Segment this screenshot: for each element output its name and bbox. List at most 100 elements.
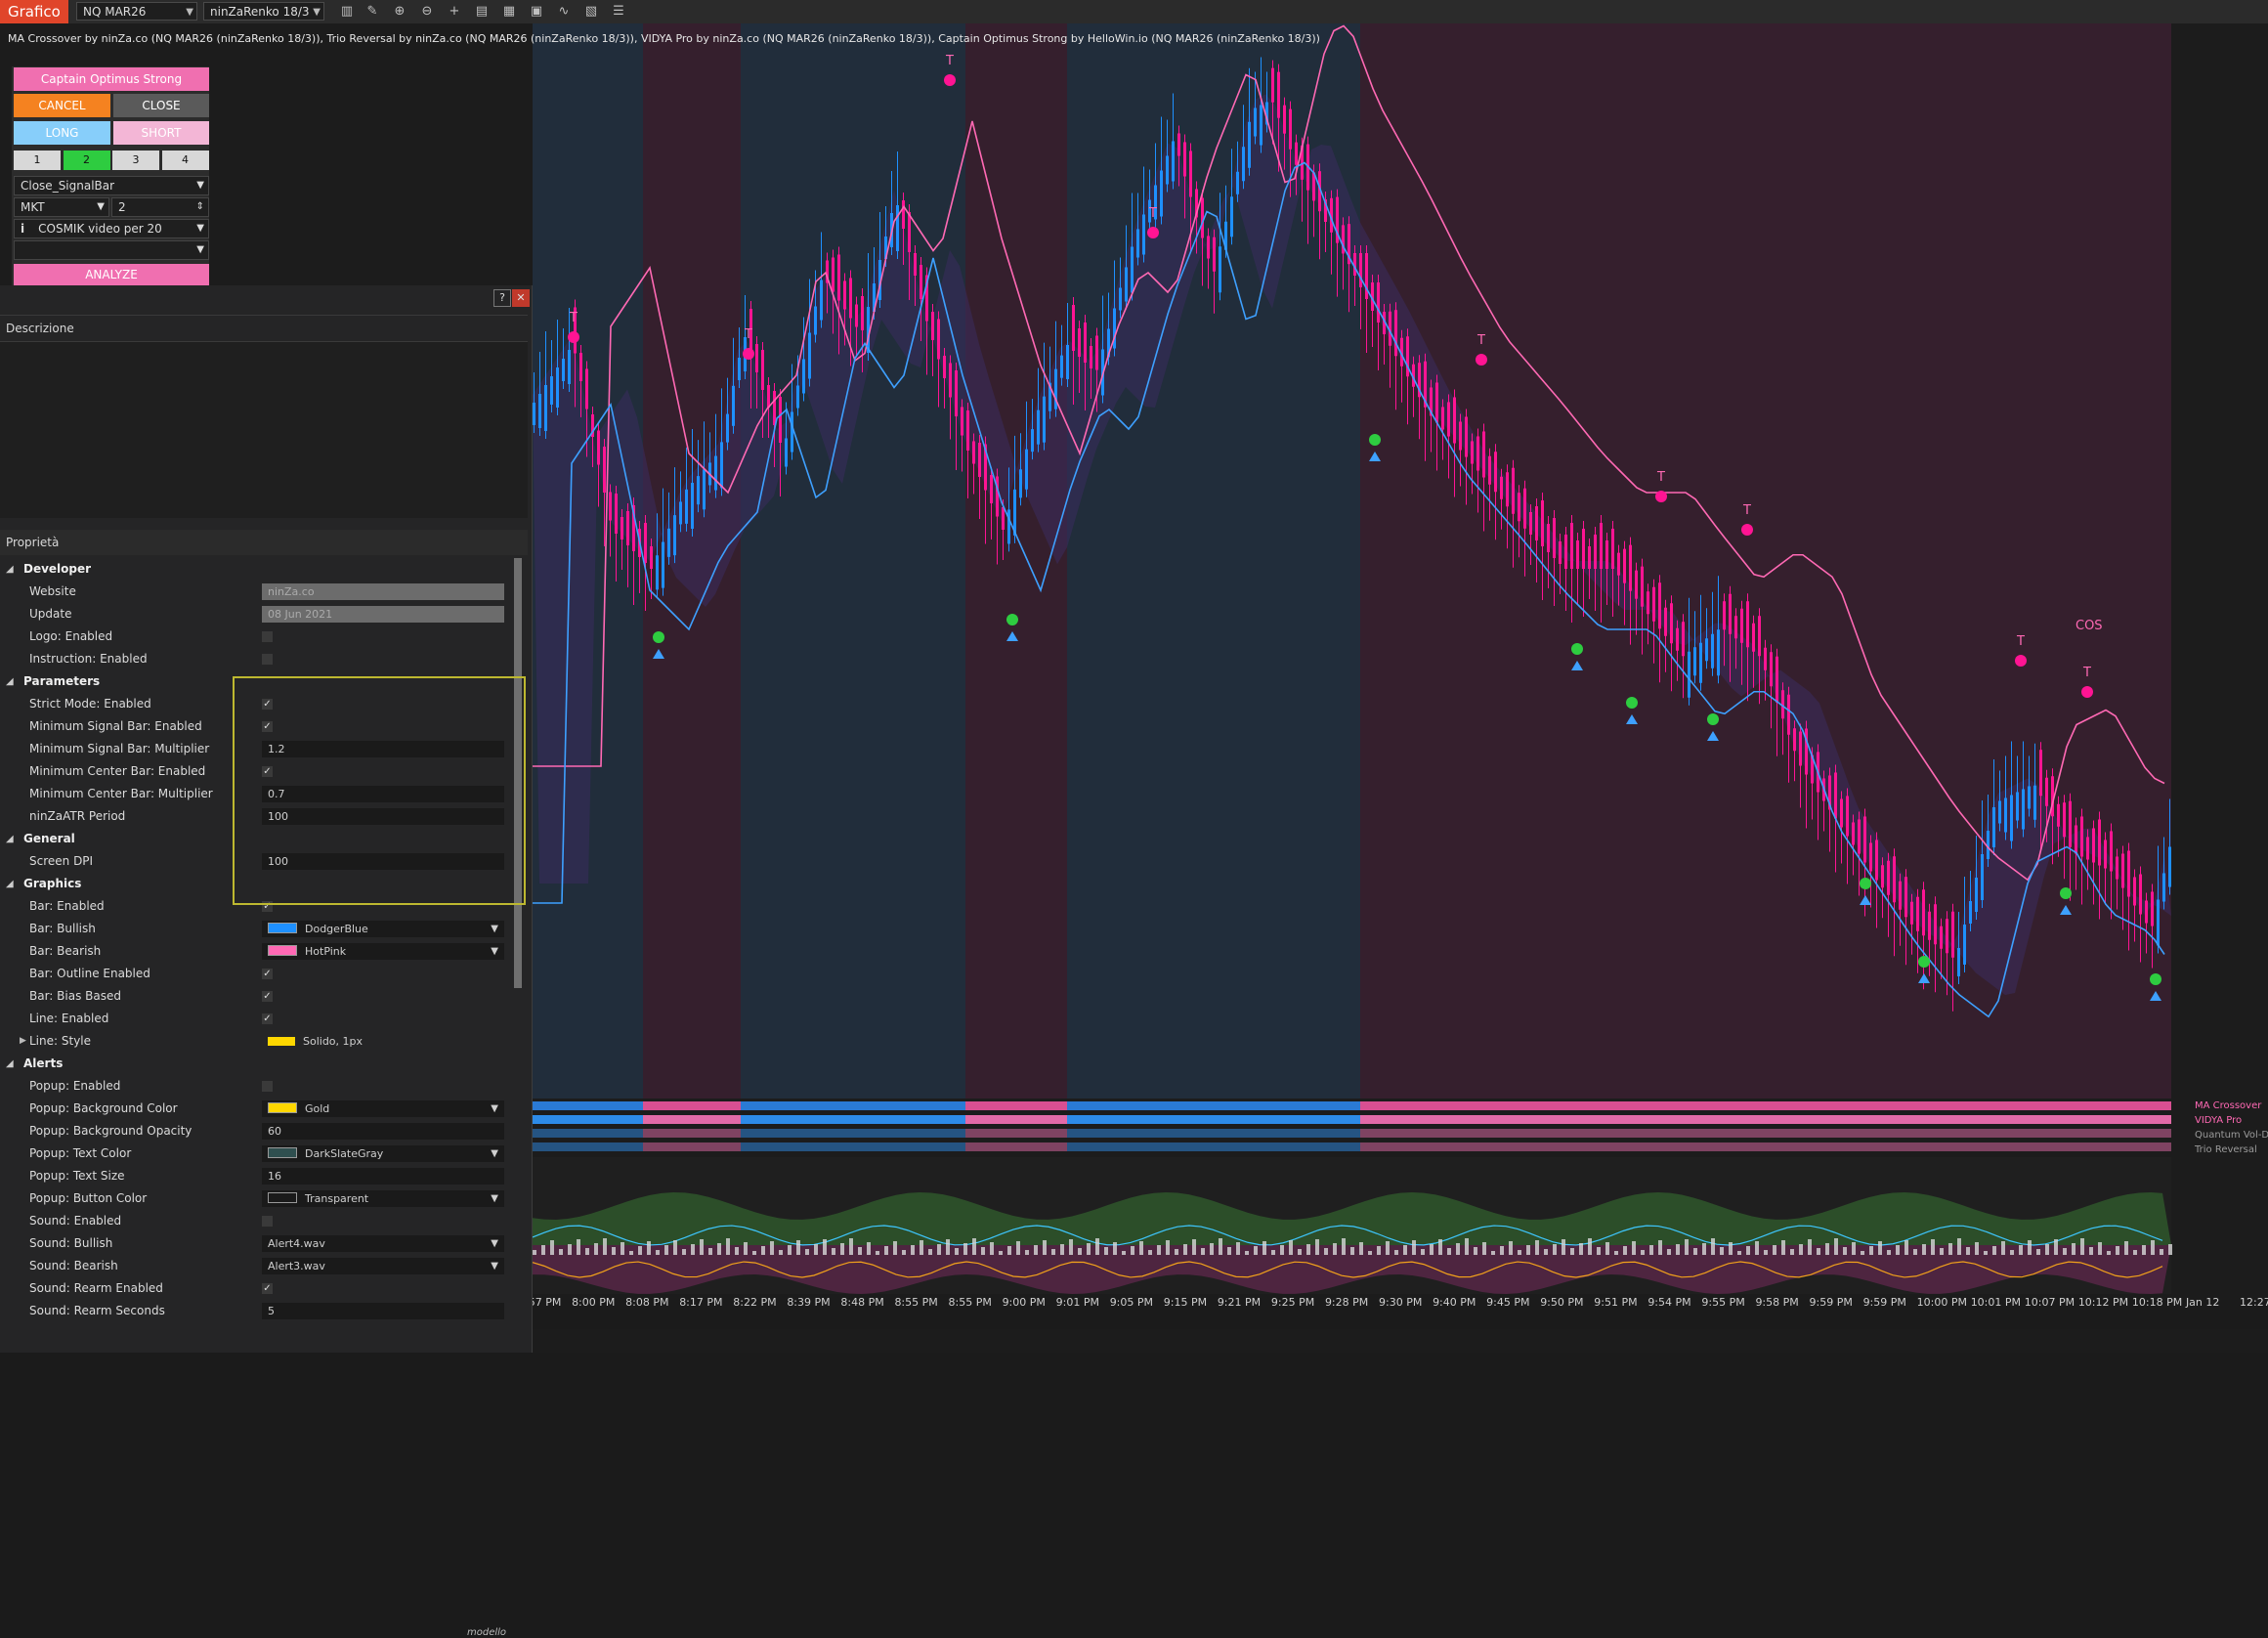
strategy-icon[interactable]: ▧	[582, 3, 600, 21]
help-button[interactable]: ?	[493, 289, 511, 307]
volume-bar	[849, 1238, 853, 1255]
volume-bar	[1641, 1250, 1645, 1255]
volume-bar	[1315, 1239, 1319, 1255]
signal-strip	[643, 1101, 741, 1110]
volume-bar	[1254, 1246, 1258, 1255]
volume-bar	[656, 1250, 660, 1255]
collapse-icon: ◢	[6, 1058, 14, 1069]
instrument-selector[interactable]: NQ MAR26 ▼	[76, 2, 197, 21]
volume-bar	[981, 1247, 985, 1255]
property-checkbox[interactable]: ✓	[262, 1283, 273, 1294]
signal-strip	[741, 1115, 965, 1124]
sell-label: T	[1742, 503, 1751, 518]
layout-icon[interactable]: ▦	[500, 3, 518, 21]
volume-bar	[1236, 1242, 1240, 1255]
bars-icon[interactable]: ▥	[338, 3, 356, 21]
crosshair-icon[interactable]: +	[446, 3, 463, 21]
volume-bar	[1438, 1239, 1442, 1255]
sell-dot	[1147, 227, 1159, 238]
property-value: ninZa.co	[262, 583, 504, 600]
property-label: Sound: Enabled	[29, 1214, 122, 1228]
color-picker[interactable]: DodgerBlue ▼	[262, 921, 504, 937]
property-checkbox[interactable]: ✓	[262, 969, 273, 979]
property-checkbox[interactable]: ✓	[262, 991, 273, 1002]
time-label: 9:01 PM	[1056, 1296, 1099, 1309]
analyze-button[interactable]: ANALYZE	[14, 264, 209, 285]
short-button[interactable]: SHORT	[113, 121, 209, 145]
volume-bar	[1509, 1241, 1513, 1255]
property-row: Sound: Bearish Alert3.wav ▼	[0, 1255, 513, 1277]
category-alerts[interactable]: ◢ Alerts	[0, 1053, 513, 1075]
close-mode-select[interactable]: Close_SignalBar ▼	[14, 176, 209, 195]
cancel-button[interactable]: CANCEL	[14, 94, 110, 117]
property-dropdown[interactable]: Alert3.wav ▼	[262, 1258, 504, 1274]
color-name: DarkSlateGray	[305, 1147, 384, 1160]
volume-bar	[937, 1244, 941, 1255]
extra-select[interactable]: ▼	[14, 240, 209, 260]
property-label: ninZaATR Period	[29, 809, 126, 823]
screenshot-icon[interactable]: ▣	[528, 3, 545, 21]
order-type-select[interactable]: MKT ▼	[14, 197, 109, 217]
line-swatch	[268, 1037, 295, 1046]
line-style-value[interactable]: Solido, 1px	[262, 1033, 504, 1050]
qty-button-2[interactable]: 2	[63, 151, 110, 170]
signal-strip	[1067, 1115, 1360, 1124]
volume-bar	[963, 1243, 967, 1255]
volume-bar	[1685, 1239, 1689, 1255]
close-button[interactable]: CLOSE	[113, 94, 209, 117]
expand-icon[interactable]: ▶	[20, 1030, 26, 1053]
order-qty-spinner[interactable]: 2 ⇕	[111, 197, 209, 217]
color-picker[interactable]: Gold ▼	[262, 1100, 504, 1117]
chart-background-bands	[533, 23, 2171, 1099]
properties-icon[interactable]: ▤	[473, 3, 491, 21]
regime-band	[1360, 23, 2171, 1099]
volume-bar	[629, 1251, 633, 1255]
volume-bar	[1122, 1251, 1126, 1255]
order-type-value: MKT	[21, 200, 45, 214]
property-input[interactable]: 5	[262, 1303, 504, 1319]
close-window-button[interactable]: ✕	[512, 289, 530, 307]
zoom-out-icon[interactable]: ⊖	[418, 3, 436, 21]
volume-bar	[911, 1245, 915, 1255]
time-label: 9:28 PM	[1325, 1296, 1368, 1309]
category-developer[interactable]: ◢ Developer	[0, 558, 513, 581]
volume-bar	[1526, 1245, 1530, 1255]
sell-dot	[1741, 524, 1753, 536]
bartype-selector[interactable]: ninZaRenko 18/3 ▼	[203, 2, 324, 21]
volume-bar	[1518, 1250, 1521, 1255]
property-checkbox[interactable]	[262, 1081, 273, 1092]
long-button[interactable]: LONG	[14, 121, 110, 145]
color-picker[interactable]: Transparent ▼	[262, 1190, 504, 1207]
qty-button-3[interactable]: 3	[112, 151, 159, 170]
volume-bar	[1808, 1239, 1812, 1255]
video-select[interactable]: i COSMIK video per 20 ▼	[14, 219, 209, 238]
zoom-in-icon[interactable]: ⊕	[391, 3, 408, 21]
signal-strip	[533, 1115, 643, 1124]
property-label: Logo: Enabled	[29, 629, 113, 643]
property-input[interactable]: 60	[262, 1123, 504, 1140]
qty-button-1[interactable]: 1	[14, 151, 61, 170]
list-icon[interactable]: ☰	[610, 3, 627, 21]
property-checkbox[interactable]	[262, 631, 273, 642]
color-picker[interactable]: HotPink ▼	[262, 943, 504, 960]
signal-strip	[533, 1101, 643, 1110]
volume-bar	[1984, 1251, 1988, 1255]
volume-bar	[928, 1249, 932, 1255]
chevron-down-icon: ▼	[196, 223, 204, 234]
property-dropdown[interactable]: Alert4.wav ▼	[262, 1235, 504, 1252]
property-input[interactable]: 16	[262, 1168, 504, 1185]
property-row: Bar: Bearish HotPink ▼	[0, 940, 513, 963]
draw-icon[interactable]: ✎	[364, 3, 381, 21]
property-checkbox[interactable]	[262, 1216, 273, 1227]
property-label: Popup: Enabled	[29, 1079, 121, 1093]
chevron-down-icon: ▼	[491, 1261, 498, 1272]
sell-dot	[2081, 686, 2093, 698]
color-picker[interactable]: DarkSlateGray ▼	[262, 1145, 504, 1162]
property-checkbox[interactable]: ✓	[262, 1013, 273, 1024]
time-label: 9:59 PM	[1810, 1296, 1853, 1309]
indicator-icon[interactable]: ∿	[555, 3, 573, 21]
volume-bar	[2142, 1245, 2146, 1255]
property-checkbox[interactable]	[262, 654, 273, 665]
qty-button-4[interactable]: 4	[161, 151, 209, 170]
volume-bar	[1579, 1243, 1583, 1255]
